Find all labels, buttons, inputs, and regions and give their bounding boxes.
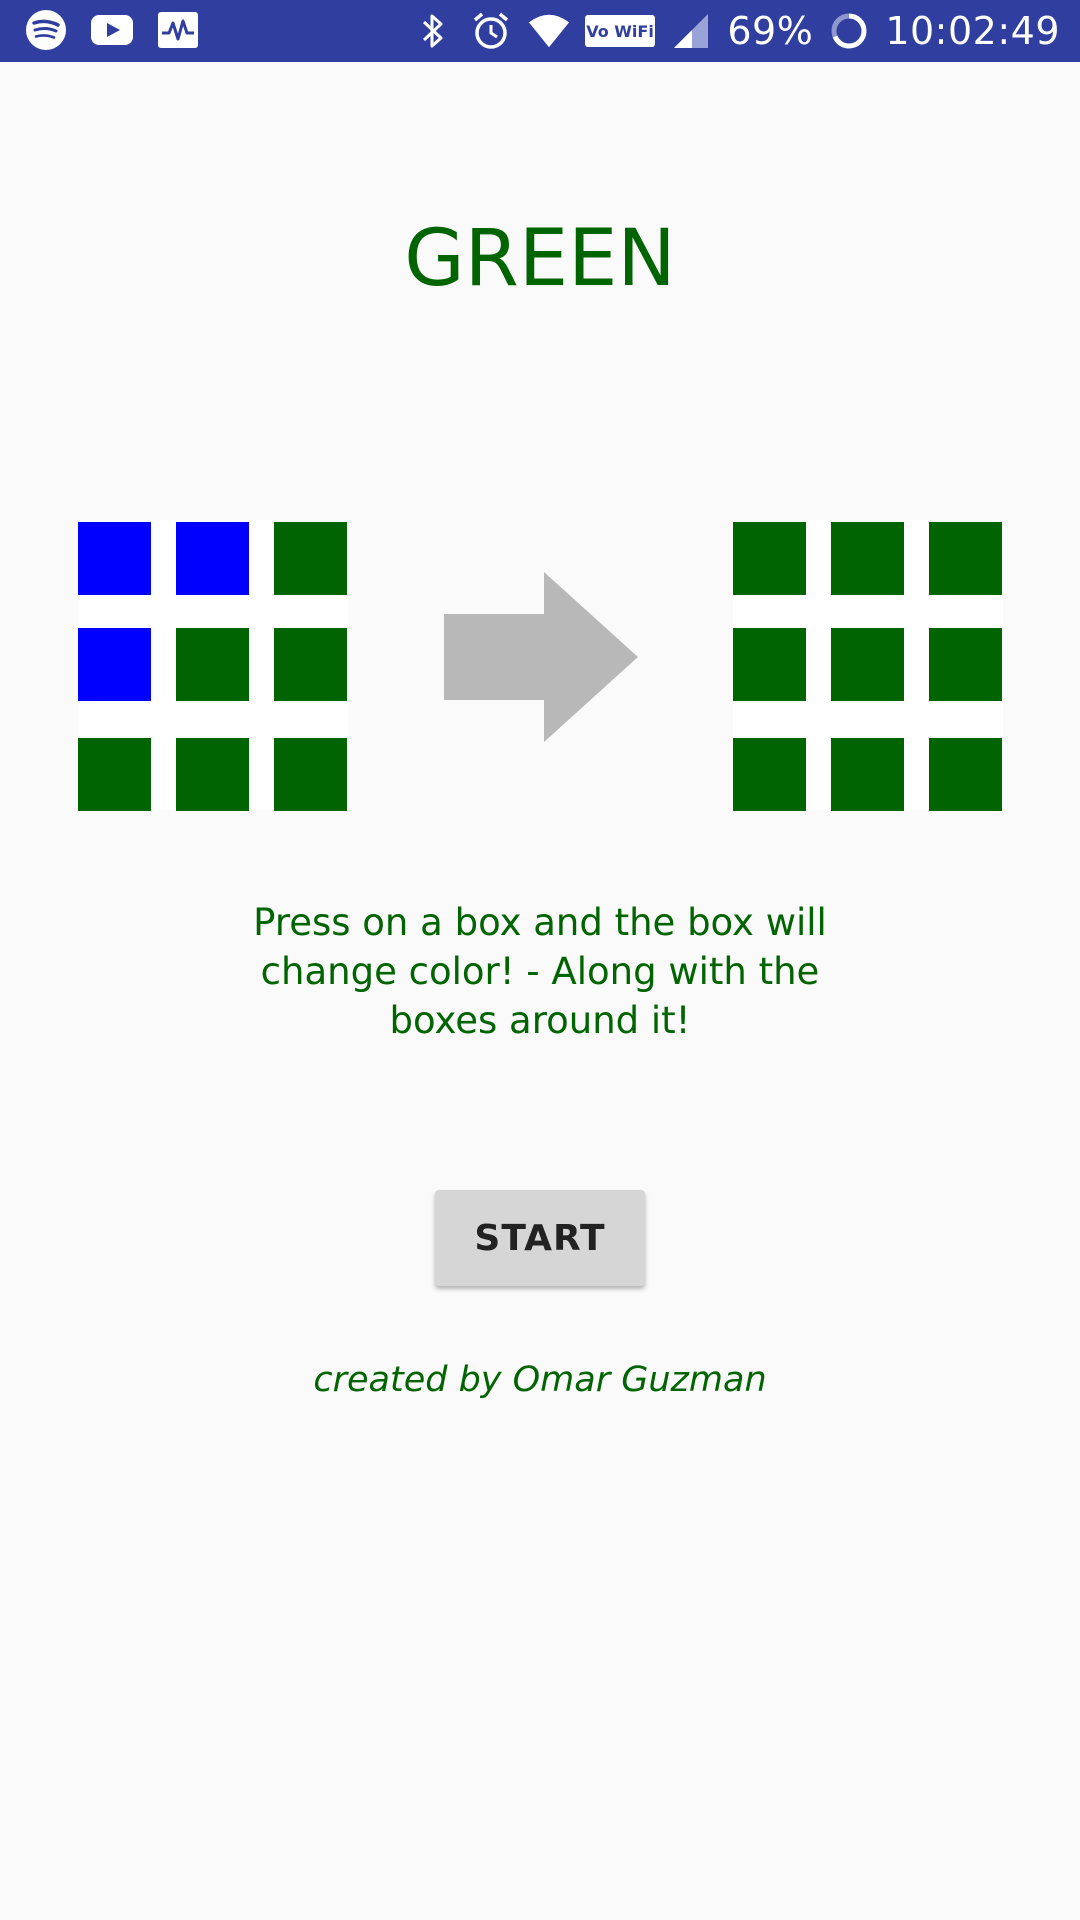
- clock: 10:02:49: [885, 9, 1060, 53]
- activity-icon: [156, 8, 200, 52]
- example-grid-after: [733, 520, 1003, 811]
- status-bar: Vo WiFi 69% 10:02:49: [0, 0, 1080, 62]
- arrow-right-icon: [444, 572, 638, 742]
- battery-icon: [827, 9, 871, 53]
- grid-box: [733, 628, 806, 701]
- grid-box: [274, 522, 347, 595]
- youtube-icon: [90, 8, 134, 52]
- grid-box: [929, 628, 1002, 701]
- grid-box: [78, 738, 151, 811]
- grid-box: [176, 522, 249, 595]
- credit-text: created by Omar Guzman: [313, 1360, 767, 1400]
- grid-box: [831, 522, 904, 595]
- grid-box: [274, 628, 347, 701]
- grid-box: [831, 628, 904, 701]
- spotify-icon: [24, 8, 68, 52]
- vowifi-icon: Vo WiFi: [585, 9, 656, 53]
- page-title: GREEN: [404, 214, 676, 304]
- start-button[interactable]: START: [435, 1190, 645, 1286]
- instructions-text: Press on a box and the box will change c…: [253, 901, 827, 1042]
- alarm-icon: [469, 9, 513, 53]
- grid-box: [733, 522, 806, 595]
- grid-box: [78, 522, 151, 595]
- grid-box: [831, 738, 904, 811]
- grid-box: [176, 738, 249, 811]
- status-bar-right: Vo WiFi 69% 10:02:49: [411, 8, 1060, 54]
- battery-percent: 69%: [727, 9, 814, 53]
- signal-icon: [669, 9, 713, 53]
- grid-box: [274, 738, 347, 811]
- grid-box: [929, 738, 1002, 811]
- grid-box: [176, 628, 249, 701]
- grid-box: [929, 522, 1002, 595]
- wifi-icon: [527, 9, 571, 53]
- grid-box: [78, 628, 151, 701]
- status-bar-left: [24, 8, 200, 52]
- grid-box: [733, 738, 806, 811]
- example-grid-before: [78, 520, 348, 811]
- bluetooth-icon: [411, 9, 455, 53]
- vowifi-label: Vo WiFi: [587, 22, 655, 41]
